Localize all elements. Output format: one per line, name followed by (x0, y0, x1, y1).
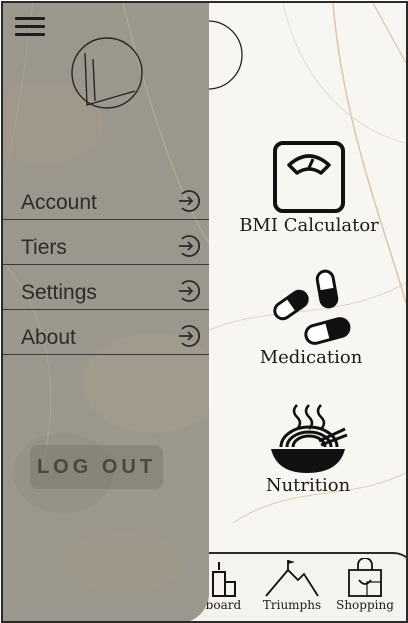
menu-toggle-button[interactable] (15, 17, 45, 37)
scale-icon (273, 141, 345, 213)
nav-triumphs-label: Triumphs (262, 598, 322, 612)
hamburger-line (15, 17, 45, 20)
side-drawer: Account Tiers Settings About LOG OUT (3, 3, 209, 621)
nav-shopping-label: Shopping (336, 598, 394, 612)
menu-item-label: Tiers (21, 236, 67, 259)
nav-triumphs[interactable]: Triumphs (257, 558, 327, 612)
menu-item-label: About (21, 326, 76, 349)
nav-shopping[interactable]: Shopping (333, 558, 397, 612)
menu-item-label: Account (21, 191, 97, 214)
bmi-calculator-label: BMI Calculator (239, 215, 379, 236)
noodle-bowl-icon (271, 404, 348, 473)
drawer-menu: Account Tiers Settings About (3, 175, 209, 355)
menu-item-tiers[interactable]: Tiers (3, 220, 209, 265)
menu-item-settings[interactable]: Settings (3, 265, 209, 310)
menu-item-about[interactable]: About (3, 310, 209, 355)
drawer-logo (71, 37, 143, 109)
menu-item-label: Settings (21, 281, 97, 304)
hamburger-line (15, 25, 45, 28)
medication-tile[interactable]: Medication (251, 269, 371, 368)
bmi-calculator-tile[interactable]: BMI Calculator (239, 139, 379, 236)
arrow-right-circle-icon (179, 190, 201, 212)
hamburger-line (15, 33, 45, 36)
logout-button[interactable]: LOG OUT (30, 445, 163, 489)
medication-label: Medication (259, 347, 363, 368)
app-frame: BMI Calculator Medication Nutrition erbo… (1, 1, 408, 623)
menu-item-account[interactable]: Account (3, 175, 209, 220)
mountain-flag-icon (265, 560, 319, 597)
arrow-right-circle-icon (179, 235, 201, 257)
arrow-right-circle-icon (179, 280, 201, 302)
shopping-bag-icon (348, 558, 382, 597)
nutrition-label: Nutrition (265, 475, 351, 496)
nutrition-tile[interactable]: Nutrition (253, 403, 363, 496)
pills-icon (273, 269, 351, 345)
arrow-right-circle-icon (179, 325, 201, 347)
